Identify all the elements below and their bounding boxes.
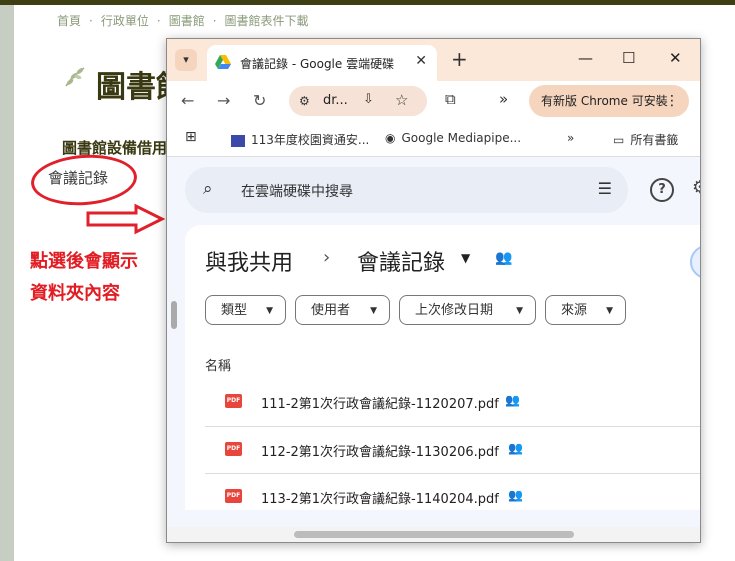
breadcrumb-separator: · [156,14,161,28]
install-icon[interactable]: ⇩ [363,92,374,107]
file-name: 112-2第1次行政會議紀錄-1130206.pdf [261,445,499,460]
forward-icon[interactable]: → [217,91,230,110]
browser-window: ▾ 會議記錄 - Google 雲端硬碟 ✕ + — ☐ ✕ ← → ↻ ⚙ d… [166,38,701,543]
file-list-card: 與我共用 › 會議記錄 ▼ 👥 類型 ▼ 使用者 ▼ 上次修改日期 ▼ 來源 ▼ 名稱 … [185,225,700,510]
filter-modified-chip[interactable]: 上次修改日期 ▼ [399,295,536,325]
annotation-line-2: 資料夾內容 [30,283,120,304]
annotation-note: 點選後會顯示 資料夾內容 [30,246,138,310]
update-label: 有新版 Chrome 可安裝 [541,94,668,108]
shared-people-icon: 👥 [508,441,523,455]
bookmark-item[interactable]: ◉ Google Mediapipe... [385,131,521,145]
address-bar[interactable]: ⚙ dr... ⇩ ☆ [289,86,427,116]
page-title: 圖書館 [96,70,166,105]
bookmark-favicon-icon [231,134,245,147]
file-name: 113-2第1次行政會議紀錄-1140204.pdf [261,492,499,507]
drive-page: ⌕ 在雲端硬碟中搜尋 ☰ ? ⚙ 與我共用 › 會議記錄 ▼ 👥 類型 ▼ 使用者… [167,157,700,527]
shared-people-icon: 👥 [508,488,523,502]
site-breadcrumb: 首頁 · 行政單位 · 圖書館 · 圖書館表件下載 [57,12,309,29]
chevron-down-icon: ▼ [606,306,613,316]
breadcrumb-admin[interactable]: 行政單位 [101,12,149,29]
filter-source-chip[interactable]: 來源 ▼ [545,295,626,325]
help-icon[interactable]: ? [650,178,674,202]
shared-people-icon: 👥 [495,250,513,266]
breadcrumb-separator: · [89,14,93,28]
more-bookmarks-chevron-icon[interactable]: » [567,131,574,145]
tab-search-icon[interactable]: ▾ [175,49,197,71]
highlight-ellipse [29,151,139,209]
search-icon[interactable]: ⌕ [203,179,213,199]
bookmark-label: 所有書籤 [630,133,679,147]
chevron-down-icon: ▼ [370,306,377,316]
breadcrumb-home[interactable]: 首頁 [57,12,81,29]
site-left-strip [0,5,14,561]
tab-title: 會議記錄 - Google 雲端硬碟 [240,57,395,71]
bookmarks-bar: ⊞ 113年度校園資通安... ◉ Google Mediapipe... » ▭… [167,122,700,157]
folder-icon: ▭ [613,133,625,147]
bookmark-label: 113年度校園資通安... [251,133,370,147]
pdf-icon: PDF [225,394,242,408]
horizontal-scrollbar[interactable] [167,527,700,542]
settings-gear-icon[interactable]: ⚙ [692,177,700,198]
table-row[interactable]: PDF 111-2第1次行政會議紀錄-1120207.pdf 👥 [205,379,700,426]
bookmark-item[interactable]: 113年度校園資通安... [231,131,369,148]
chevron-down-icon: ▼ [266,306,273,316]
maximize-icon[interactable]: ☐ [622,49,635,67]
file-name: 111-2第1次行政會議紀錄-1120207.pdf [261,397,499,412]
filter-people-chip[interactable]: 使用者 ▼ [295,295,390,325]
chevron-right-icon: › [323,247,331,268]
chevron-down-icon: ▼ [516,306,523,316]
search-placeholder: 在雲端硬碟中搜尋 [241,184,353,200]
drive-favicon [215,55,231,69]
more-chevron-icon[interactable]: » [499,90,508,108]
shared-people-icon: 👥 [505,393,520,407]
all-bookmarks-folder[interactable]: ▭ 所有書籤 [613,131,678,148]
browser-toolbar: ← → ↻ ⚙ dr... ⇩ ☆ ⧉ » 有新版 Chrome 可安裝 ⋮ [167,81,700,122]
table-row[interactable]: PDF 113-2第1次行政會議紀錄-1140204.pdf 👥 [205,473,700,521]
breadcrumb-current-folder[interactable]: 會議記錄 [357,245,445,277]
folder-dropdown-icon[interactable]: ▼ [461,251,470,265]
column-header-name[interactable]: 名稱 [205,355,231,374]
update-chrome-button[interactable]: 有新版 Chrome 可安裝 ⋮ [529,85,689,117]
filter-type-chip[interactable]: 類型 ▼ [205,295,286,325]
breadcrumb-library[interactable]: 圖書館 [169,12,205,29]
filter-label: 類型 [221,303,248,318]
avatar[interactable] [690,245,700,279]
site-top-bar [0,0,735,5]
leaf-icon [65,67,85,87]
pdf-icon: PDF [225,489,242,503]
pdf-icon: PDF [225,442,242,456]
star-icon[interactable]: ☆ [395,91,408,109]
arrow-right-icon [86,203,166,235]
new-tab-icon[interactable]: + [451,47,468,71]
window-close-icon[interactable]: ✕ [669,49,682,67]
extensions-icon[interactable]: ⧉ [445,90,456,108]
url-text: dr... [323,93,348,108]
search-options-icon[interactable]: ☰ [598,179,612,198]
scrollbar-thumb[interactable] [294,531,574,538]
bookmark-label: Google Mediapipe... [401,131,522,145]
filter-label: 上次修改日期 [415,303,494,318]
more-menu-icon[interactable]: ⋮ [665,85,679,117]
annotation-line-1: 點選後會顯示 [30,251,138,272]
tab-strip: ▾ 會議記錄 - Google 雲端硬碟 ✕ + — ☐ ✕ [167,39,700,81]
minimize-icon[interactable]: — [578,49,593,67]
filter-label: 來源 [561,303,588,318]
site-settings-icon[interactable]: ⚙ [299,94,310,108]
filter-label: 使用者 [311,303,351,318]
active-tab[interactable]: 會議記錄 - Google 雲端硬碟 ✕ [207,45,437,81]
breadcrumb-separator: · [212,14,217,28]
back-icon[interactable]: ← [181,91,194,110]
breadcrumb-shared-with-me[interactable]: 與我共用 [205,245,293,277]
table-row[interactable]: PDF 112-2第1次行政會議紀錄-1130206.pdf 👥 [205,426,700,474]
drive-search-bar[interactable]: ⌕ 在雲端硬碟中搜尋 ☰ [185,167,628,213]
reload-icon[interactable]: ↻ [253,91,266,110]
globe-icon: ◉ [385,131,396,145]
close-icon[interactable]: ✕ [415,53,427,69]
vertical-scrollbar[interactable] [171,301,177,329]
breadcrumb-forms[interactable]: 圖書館表件下載 [225,12,309,29]
apps-icon[interactable]: ⊞ [185,129,197,145]
